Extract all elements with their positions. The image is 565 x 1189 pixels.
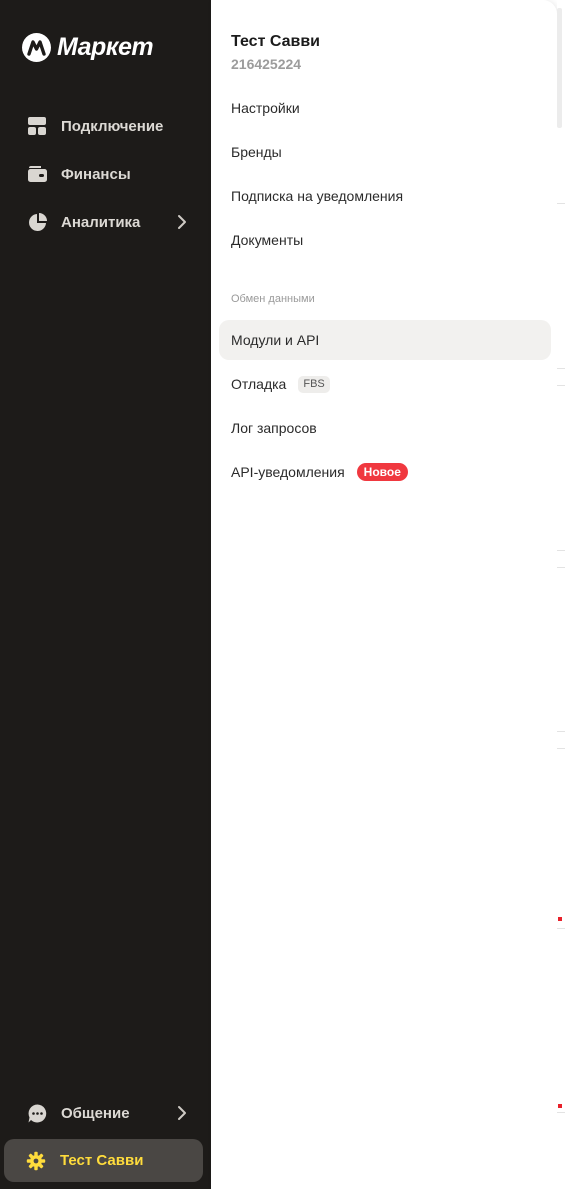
chevron-right-icon bbox=[177, 1105, 187, 1126]
menu-item-label: Модули и API bbox=[231, 332, 320, 348]
background-divider bbox=[557, 385, 565, 386]
market-logo[interactable]: Маркет bbox=[22, 33, 154, 62]
sidebar-item-label: Тест Савви bbox=[60, 1152, 144, 1169]
background-page-edge bbox=[557, 0, 565, 1189]
chevron-right-icon bbox=[177, 214, 187, 235]
background-divider bbox=[557, 748, 565, 749]
sidebar-item-account[interactable]: Тест Савви bbox=[4, 1139, 203, 1182]
background-divider bbox=[557, 1112, 565, 1113]
main-sidebar: Маркет Подключение Финансы Аналитика Общ… bbox=[0, 0, 211, 1189]
sidebar-item-analytics[interactable]: Аналитика bbox=[26, 207, 191, 237]
sidebar-item-label: Общение bbox=[61, 1104, 130, 1122]
background-divider bbox=[557, 368, 565, 369]
menu-item-documents[interactable]: Документы bbox=[219, 220, 551, 260]
wallet-icon bbox=[26, 163, 48, 185]
menu-item-brands[interactable]: Бренды bbox=[219, 132, 551, 172]
account-id: 216425224 bbox=[231, 56, 302, 72]
background-divider bbox=[557, 928, 565, 929]
sidebar-item-label: Финансы bbox=[61, 165, 131, 183]
account-menu-panel: Тест Савви 216425224 Настройки Бренды По… bbox=[211, 0, 557, 1189]
background-divider bbox=[557, 550, 565, 551]
pie-chart-icon bbox=[26, 211, 48, 233]
menu-item-label: Документы bbox=[231, 232, 304, 248]
menu-item-label: Подписка на уведомления bbox=[231, 188, 404, 204]
fbs-tag: FBS bbox=[298, 375, 330, 393]
sidebar-item-finance[interactable]: Финансы bbox=[26, 159, 191, 189]
menu-item-label: API-уведомления bbox=[231, 464, 345, 480]
dashboard-grid-icon bbox=[26, 115, 48, 137]
new-badge: Новое bbox=[356, 463, 408, 481]
menu-item-settings[interactable]: Настройки bbox=[219, 88, 551, 128]
gear-icon bbox=[26, 1151, 46, 1171]
logo-text: Маркет bbox=[57, 33, 154, 61]
menu-item-label: Отладка bbox=[231, 376, 287, 392]
menu-item-label: Настройки bbox=[231, 100, 300, 116]
sidebar-item-connection[interactable]: Подключение bbox=[26, 111, 191, 141]
account-name: Тест Савви bbox=[231, 33, 320, 50]
sidebar-item-label: Аналитика bbox=[61, 213, 141, 231]
menu-item-debug[interactable]: Отладка FBS bbox=[219, 364, 551, 404]
background-divider bbox=[557, 731, 565, 732]
background-scrollbar bbox=[557, 8, 562, 128]
background-divider bbox=[557, 203, 565, 204]
chat-bubble-icon bbox=[26, 1102, 48, 1124]
section-title-data-exchange: Обмен данными bbox=[231, 293, 315, 305]
sidebar-item-communication[interactable]: Общение bbox=[26, 1098, 191, 1128]
sidebar-item-label: Подключение bbox=[61, 117, 164, 135]
background-red-marker bbox=[558, 1104, 562, 1108]
menu-item-modules-api[interactable]: Модули и API bbox=[219, 320, 551, 360]
menu-item-notification-subscription[interactable]: Подписка на уведомления bbox=[219, 176, 551, 216]
background-red-marker bbox=[558, 917, 562, 921]
menu-item-label: Бренды bbox=[231, 144, 282, 160]
menu-item-request-log[interactable]: Лог запросов bbox=[219, 408, 551, 448]
menu-item-api-notifications[interactable]: API-уведомления Новое bbox=[219, 452, 551, 492]
market-logo-icon bbox=[22, 33, 51, 62]
background-divider bbox=[557, 567, 565, 568]
menu-item-label: Лог запросов bbox=[231, 420, 317, 436]
